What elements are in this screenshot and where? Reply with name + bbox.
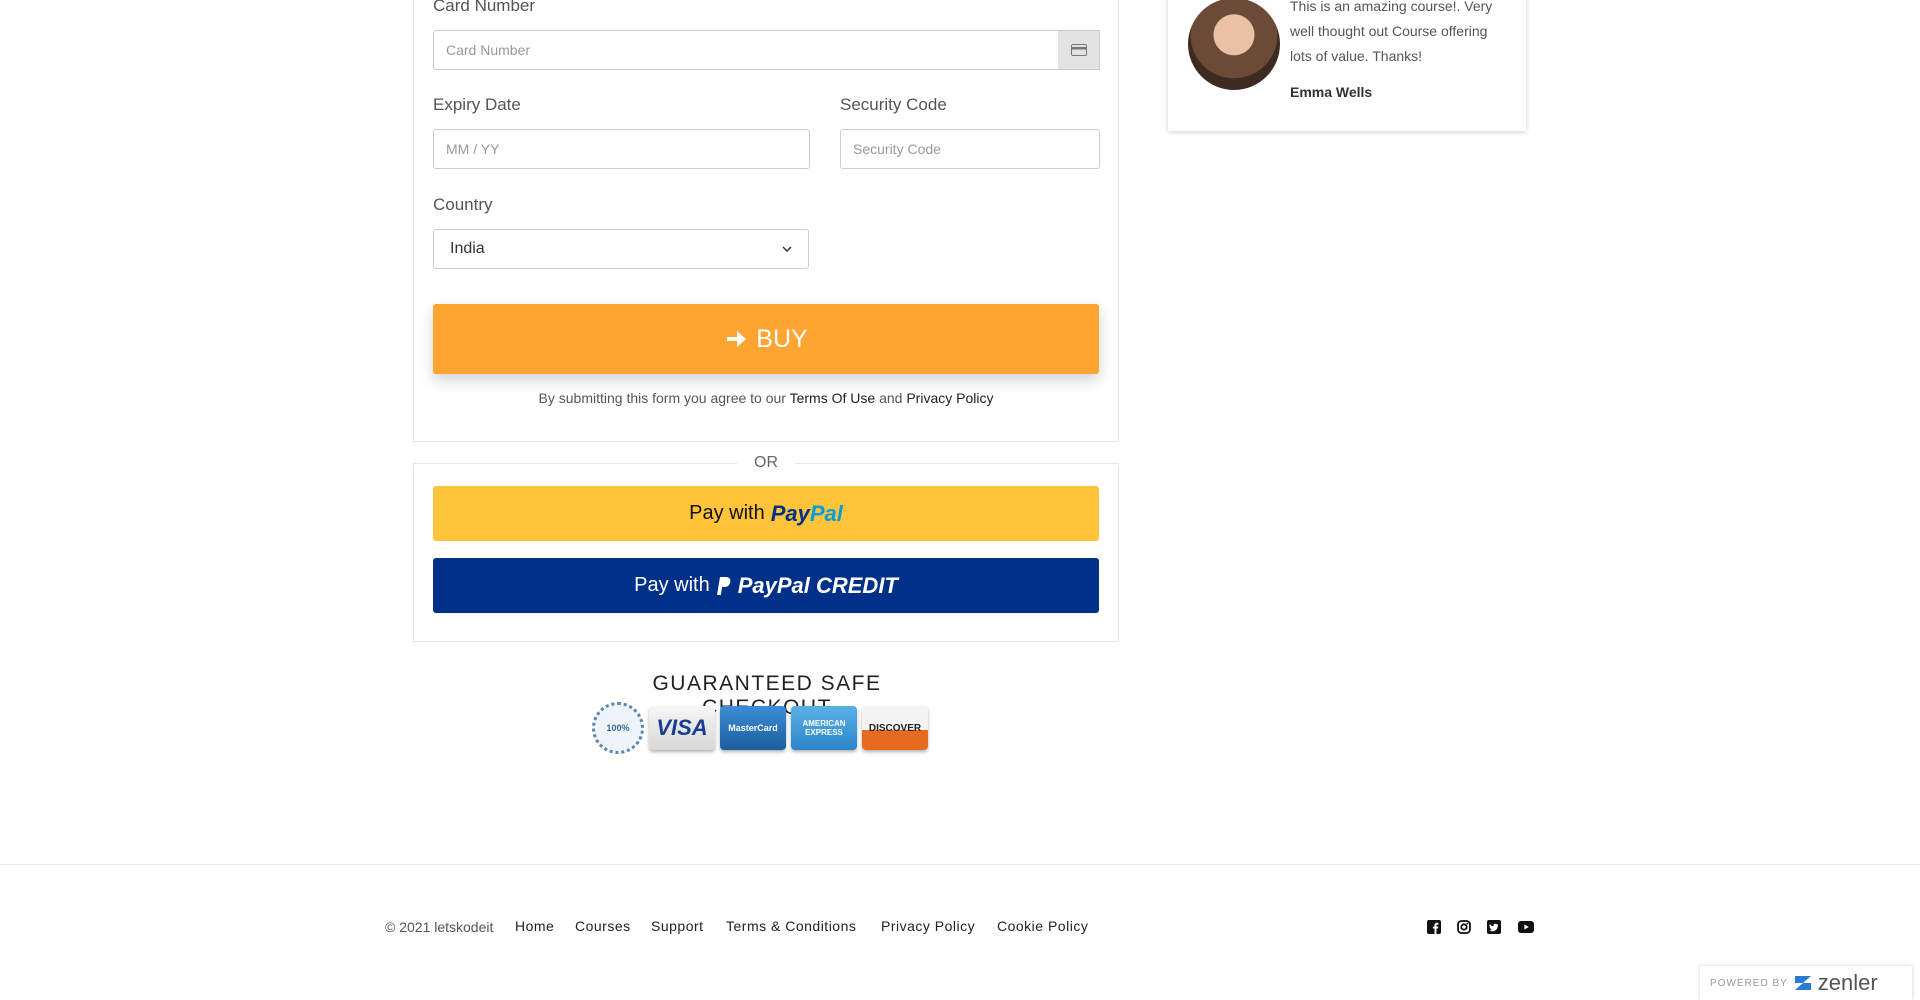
powered-by-zenler-badge[interactable]: POWERED BY zenler — [1700, 966, 1912, 1000]
paypal-p-icon — [716, 576, 731, 595]
testimonial-text: This is an amazing course!. Very well th… — [1290, 0, 1493, 64]
payment-badges: 100% VISA MasterCard AMERICAN EXPRESS DI… — [592, 702, 928, 754]
zenler-brand: zenler — [1817, 970, 1878, 995]
instagram-icon[interactable] — [1456, 919, 1472, 935]
amex-text: AMERICAN EXPRESS — [802, 719, 846, 737]
terms-notice: By submitting this form you agree to our… — [433, 390, 1099, 406]
twitter-icon[interactable] — [1486, 919, 1502, 935]
footer-link-support[interactable]: Support — [651, 918, 704, 934]
powered-by-text: POWERED BY — [1710, 977, 1788, 989]
buy-label: BUY — [756, 324, 808, 353]
paypal-logo: PayPal — [770, 500, 843, 526]
or-divider-left — [413, 463, 737, 464]
card-number-placeholder: Card Number — [446, 42, 531, 58]
footer-divider — [0, 864, 1920, 865]
expiry-date-label: Expiry Date — [433, 95, 521, 114]
satisfaction-seal-icon: 100% — [592, 702, 644, 754]
testimonial-author: Emma Wells — [1290, 84, 1373, 100]
security-code-label: Security Code — [840, 95, 947, 114]
paypal-credit-pay-with: Pay with — [634, 574, 710, 596]
expiry-date-input[interactable]: MM / YY — [433, 129, 810, 169]
terms-and: and — [879, 390, 903, 406]
country-select[interactable]: India — [433, 229, 809, 269]
footer-copyright: © 2021 letskodeit — [385, 919, 494, 935]
avatar — [1188, 0, 1280, 90]
or-divider-right — [795, 463, 1119, 464]
footer-link-home[interactable]: Home — [515, 918, 554, 934]
mastercard-text: MasterCard — [728, 723, 778, 733]
seal-text: 100% — [606, 723, 630, 733]
youtube-icon[interactable] — [1518, 919, 1534, 935]
footer-link-cookie[interactable]: Cookie Policy — [997, 918, 1088, 934]
visa-icon: VISA — [649, 706, 715, 750]
footer-link-privacy[interactable]: Privacy Policy — [881, 918, 975, 934]
card-number-label: Card Number — [433, 0, 536, 15]
buy-button[interactable]: BUY — [433, 304, 1099, 374]
security-code-input[interactable]: Security Code — [840, 129, 1100, 169]
visa-text: VISA — [656, 715, 708, 740]
paypal-credit-logo: PayPal CREDIT — [737, 572, 898, 598]
discover-text: DISCOVER — [868, 722, 922, 734]
paypal-credit-button[interactable]: Pay with PayPal CREDIT — [433, 558, 1099, 613]
paypal-pay-with: Pay with — [689, 502, 765, 524]
country-label: Country — [433, 195, 493, 214]
zenler-logo-icon — [1794, 976, 1811, 990]
credit-card-icon — [1058, 30, 1100, 70]
security-code-placeholder: Security Code — [853, 141, 941, 157]
amex-icon: AMERICAN EXPRESS — [791, 706, 857, 750]
terms-of-use-link[interactable]: Terms Of Use — [790, 390, 876, 406]
expiry-date-placeholder: MM / YY — [446, 141, 500, 157]
country-value: India — [450, 240, 485, 257]
paypal-button[interactable]: Pay with PayPal — [433, 486, 1099, 541]
footer-link-terms[interactable]: Terms & Conditions — [726, 918, 856, 934]
footer-link-courses[interactable]: Courses — [575, 918, 631, 934]
discover-icon: DISCOVER — [862, 706, 928, 750]
card-number-input[interactable]: Card Number — [433, 30, 1059, 70]
facebook-icon[interactable] — [1426, 919, 1442, 935]
terms-prefix: By submitting this form you agree to our — [538, 390, 786, 406]
mastercard-icon: MasterCard — [720, 706, 786, 750]
arrow-right-icon — [727, 331, 747, 347]
chevron-down-icon — [782, 246, 792, 252]
privacy-policy-link[interactable]: Privacy Policy — [906, 390, 993, 406]
